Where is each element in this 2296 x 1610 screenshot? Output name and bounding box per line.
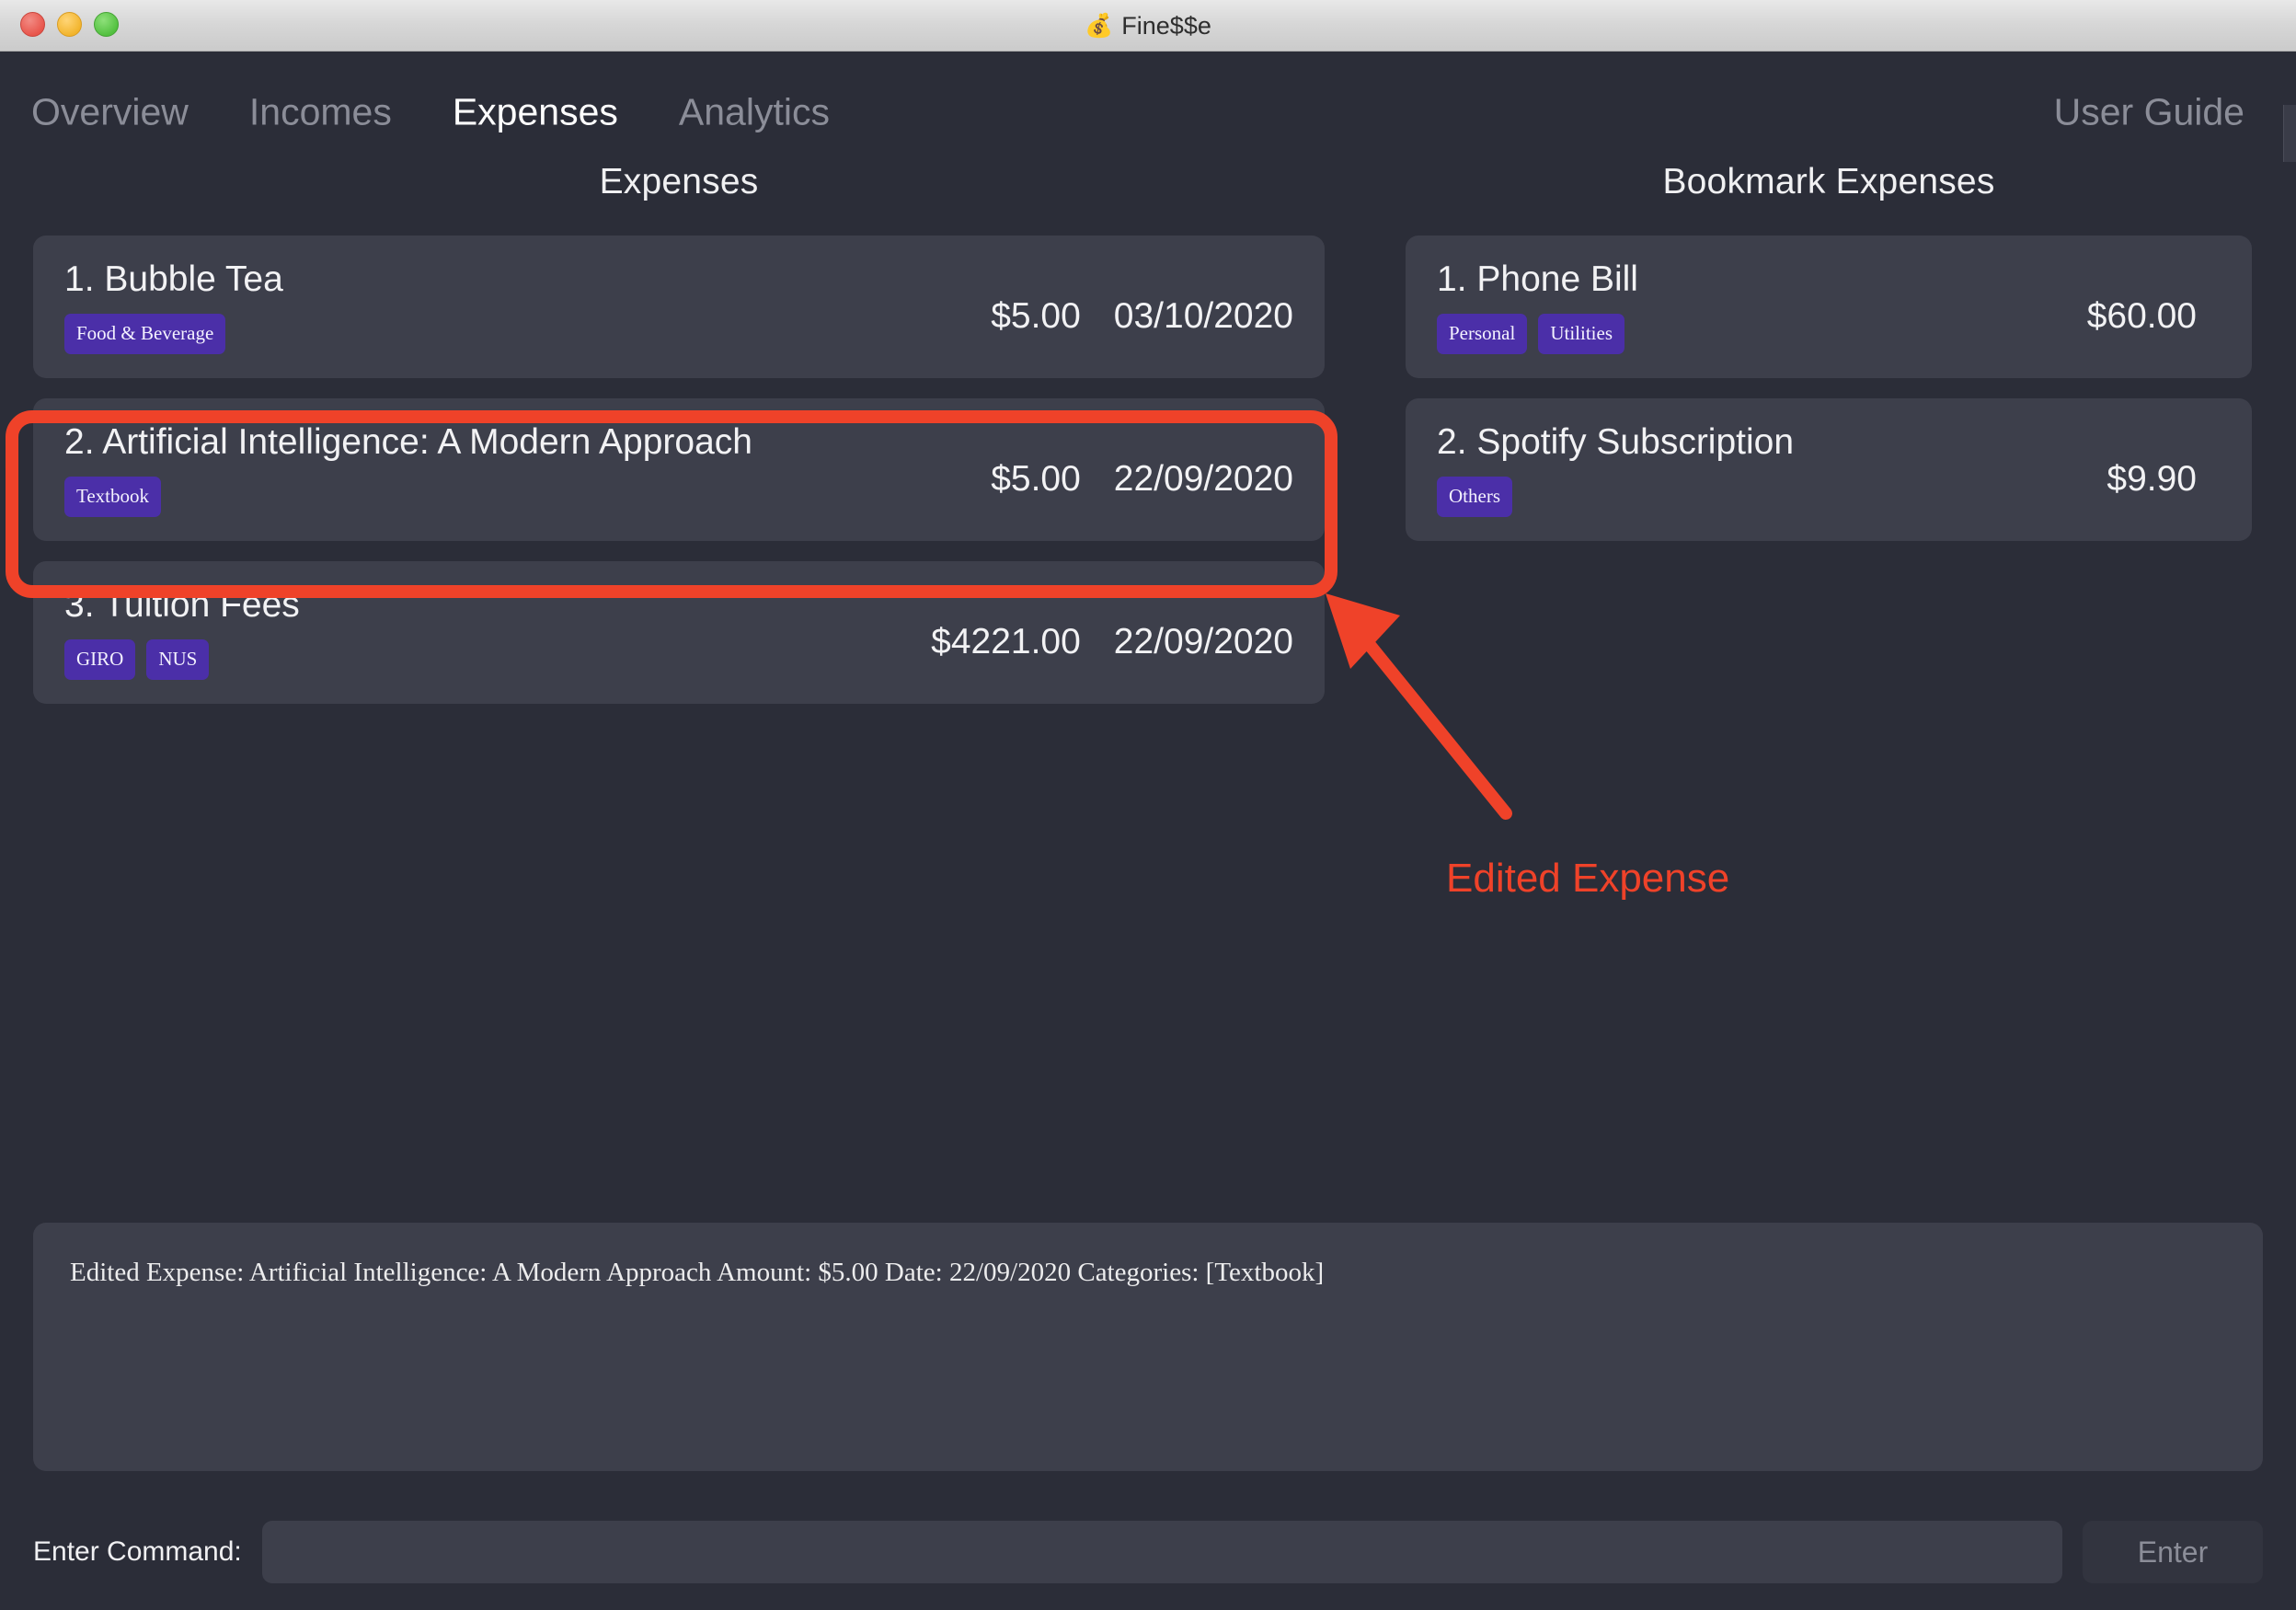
category-tag: Food & Beverage <box>64 313 226 354</box>
bookmark-item-1-amount: $60.00 <box>2086 296 2197 337</box>
expense-item-1-main: 1. Bubble Tea Food & Beverage <box>64 259 963 354</box>
bookmark-item-1-title: 1. Phone Bill <box>1437 259 1638 299</box>
category-tag: Utilities <box>1538 313 1624 354</box>
tab-overview[interactable]: Overview <box>31 91 189 134</box>
bookmark-item-1-main: 1. Phone Bill Personal Utilities <box>1437 259 2060 354</box>
expense-item-3-meta: $4221.00 22/09/2020 <box>903 604 1293 662</box>
category-tag: Others <box>1437 476 1512 517</box>
annotation-label: Edited Expense <box>1446 856 1730 901</box>
expense-item-2-amount: $5.00 <box>991 459 1081 500</box>
expense-item-1-tags: Food & Beverage <box>64 313 963 354</box>
window-title-text: Fine$$e <box>1121 11 1211 40</box>
category-tag: GIRO <box>64 638 136 680</box>
expense-item-3-amount: $4221.00 <box>931 622 1081 662</box>
command-input[interactable] <box>261 1521 2062 1583</box>
category-tag: Textbook <box>64 476 162 517</box>
bookmark-expenses-heading: Bookmark Expenses <box>1662 162 1995 201</box>
expense-item-3-main: 3. Tuition Fees GIRO NUS <box>64 584 903 680</box>
tab-list: Overview Incomes Expenses Analytics <box>31 91 830 134</box>
expense-item-3-tags: GIRO NUS <box>64 638 903 680</box>
expense-item-2-tags: Textbook <box>64 476 963 517</box>
expense-item-3-date: 22/09/2020 <box>1113 622 1293 662</box>
expense-item-1-date: 03/10/2020 <box>1113 296 1293 337</box>
expense-item-3-title: 3. Tuition Fees <box>64 584 300 625</box>
command-bar: Enter Command: Enter <box>33 1518 2263 1586</box>
expense-item-2-date: 22/09/2020 <box>1113 459 1293 500</box>
bookmark-item-2-tags: Others <box>1437 476 2079 517</box>
expense-item-1[interactable]: 1. Bubble Tea Food & Beverage $5.00 03/1… <box>33 236 1325 378</box>
bookmark-item-1[interactable]: 1. Phone Bill Personal Utilities $60.00 <box>1406 236 2252 378</box>
expense-item-2-main: 2. Artificial Intelligence: A Modern App… <box>64 421 963 517</box>
bookmark-item-1-tags: Personal Utilities <box>1437 313 2060 354</box>
category-tag: Personal <box>1437 313 1528 354</box>
expense-item-2-title: 2. Artificial Intelligence: A Modern App… <box>64 421 752 462</box>
bookmark-item-2-meta: $9.90 <box>2079 441 2221 500</box>
app-body: Overview Incomes Expenses Analytics User… <box>0 52 2296 1610</box>
bookmark-item-2[interactable]: 2. Spotify Subscription Others $9.90 <box>1406 397 2252 541</box>
result-output-panel: Edited Expense: Artificial Intelligence:… <box>33 1223 2263 1471</box>
expenses-panel: Expenses 1. Bubble Tea Food & Beverage $… <box>33 162 1325 724</box>
command-label: Enter Command: <box>33 1536 242 1567</box>
expense-item-2[interactable]: 2. Artificial Intelligence: A Modern App… <box>33 397 1325 541</box>
expense-item-2-meta: $5.00 22/09/2020 <box>963 441 1293 500</box>
expenses-heading: Expenses <box>599 162 759 201</box>
tab-expenses[interactable]: Expenses <box>453 91 618 134</box>
tab-incomes[interactable]: Incomes <box>249 91 392 134</box>
bookmark-item-2-amount: $9.90 <box>2107 459 2197 500</box>
bookmark-item-2-title: 2. Spotify Subscription <box>1437 421 1795 462</box>
expense-item-1-amount: $5.00 <box>991 296 1081 337</box>
category-tag: NUS <box>146 638 210 680</box>
app-window: 💰 Fine$$e Overview Incomes Expenses Anal… <box>0 0 2296 1610</box>
bookmark-expenses-panel: Bookmark Expenses 1. Phone Bill Personal… <box>1406 162 2252 561</box>
result-output-text: Edited Expense: Artificial Intelligence:… <box>70 1258 1325 1287</box>
expense-item-1-meta: $5.00 03/10/2020 <box>963 278 1293 337</box>
tab-analytics[interactable]: Analytics <box>679 91 830 134</box>
money-bag-icon: 💰 <box>1085 12 1114 39</box>
enter-button[interactable]: Enter <box>2083 1521 2263 1583</box>
expense-item-3[interactable]: 3. Tuition Fees GIRO NUS $4221.00 22/09/… <box>33 560 1325 704</box>
bookmark-item-2-main: 2. Spotify Subscription Others <box>1437 421 2079 517</box>
window-title: 💰 Fine$$e <box>0 0 2296 52</box>
expense-item-1-title: 1. Bubble Tea <box>64 259 283 299</box>
bookmark-item-1-meta: $60.00 <box>2060 278 2221 337</box>
navigation-bar: Overview Incomes Expenses Analytics User… <box>0 52 2296 162</box>
user-guide-link[interactable]: User Guide <box>2054 91 2244 134</box>
window-edge-sliver <box>2283 105 2296 162</box>
window-titlebar: 💰 Fine$$e <box>0 0 2296 52</box>
